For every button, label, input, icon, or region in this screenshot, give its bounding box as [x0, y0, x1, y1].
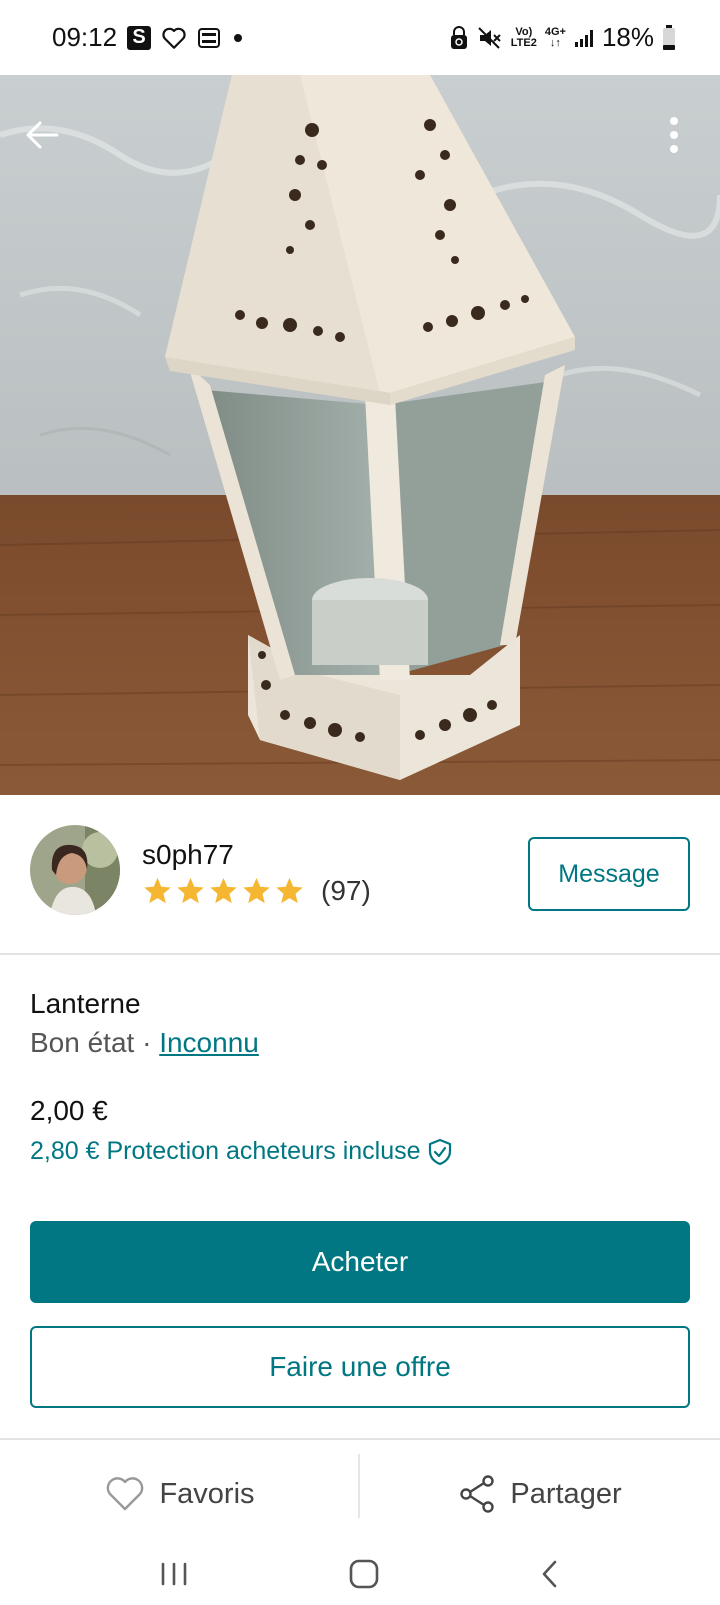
bottom-action-bar: Favoris Partager	[0, 1438, 720, 1548]
s-app-icon: S	[127, 25, 152, 50]
battery-icon	[662, 24, 676, 51]
home-button[interactable]	[348, 1558, 380, 1595]
more-options-button[interactable]	[642, 103, 706, 167]
back-button[interactable]	[10, 103, 74, 167]
buy-button[interactable]: Acheter	[30, 1221, 690, 1303]
dot-icon	[231, 31, 245, 45]
share-button[interactable]: Partager	[360, 1440, 720, 1548]
seller-username[interactable]: s0ph77	[142, 839, 234, 871]
rating-stars	[142, 876, 305, 906]
detail-separator: ·	[134, 1027, 160, 1058]
share-icon	[460, 1475, 495, 1513]
mute-icon	[477, 26, 503, 50]
favorite-label: Favoris	[159, 1477, 255, 1510]
more-vertical-icon	[670, 117, 678, 153]
lantern-image	[0, 75, 720, 795]
product-photo[interactable]	[0, 75, 720, 795]
status-right: Vo) LTE2 4G+ ↓↑ 18%	[449, 22, 676, 53]
data-type-label: 4G+	[544, 25, 566, 38]
make-offer-button[interactable]: Faire une offre	[30, 1326, 690, 1408]
status-time: 09:12	[52, 22, 118, 52]
home-icon	[349, 1559, 379, 1589]
star-icon	[243, 877, 270, 904]
status-bar: 09:12 S Vo) LTE2 4G+ ↓↑ 18%	[0, 0, 720, 75]
favorite-button[interactable]: Favoris	[0, 1440, 360, 1548]
battery-percent: 18%	[601, 22, 654, 52]
seller-rating[interactable]: (97)	[142, 875, 371, 907]
avatar-image	[30, 825, 120, 915]
message-button[interactable]: Message	[528, 837, 690, 911]
star-icon	[210, 877, 237, 904]
volte-indicator: Vo) LTE2	[510, 26, 537, 49]
item-title: Lanterne	[30, 988, 141, 1019]
buyer-protection[interactable]: 2,80 € Protection acheteurs incluse	[30, 1137, 453, 1166]
volte-bottom: LTE2	[510, 36, 537, 49]
star-icon	[177, 877, 204, 904]
protection-text: 2,80 € Protection acheteurs incluse	[30, 1137, 421, 1165]
heart-icon	[107, 1477, 144, 1511]
seller-row: s0ph77 (97) Message	[0, 795, 720, 955]
chevron-left-icon	[542, 1560, 556, 1588]
system-nav-bar	[0, 1548, 720, 1605]
card-icon	[197, 26, 221, 50]
lock-sync-icon	[449, 25, 469, 50]
seller-avatar[interactable]	[30, 825, 120, 915]
shield-check-icon	[428, 1138, 451, 1165]
action-divider	[358, 1454, 360, 1518]
rating-count: (97)	[321, 875, 371, 906]
item-condition: Bon état	[30, 1027, 135, 1058]
back-arrow-icon	[26, 121, 59, 149]
share-label: Partager	[510, 1477, 622, 1510]
signal-icon	[574, 28, 594, 48]
item-details: Bon état · Inconnu	[30, 1027, 259, 1059]
status-left: 09:12 S	[52, 22, 245, 53]
heart-outline-icon	[161, 26, 187, 50]
recent-apps-icon	[162, 1562, 187, 1586]
data-type-indicator: 4G+ ↓↑	[544, 25, 566, 49]
star-icon	[144, 877, 171, 904]
star-icon	[276, 877, 303, 904]
item-price: 2,00 €	[30, 1095, 108, 1126]
recent-apps-button[interactable]	[159, 1561, 189, 1592]
item-brand-link[interactable]: Inconnu	[159, 1027, 259, 1058]
system-back-button[interactable]	[539, 1559, 561, 1594]
